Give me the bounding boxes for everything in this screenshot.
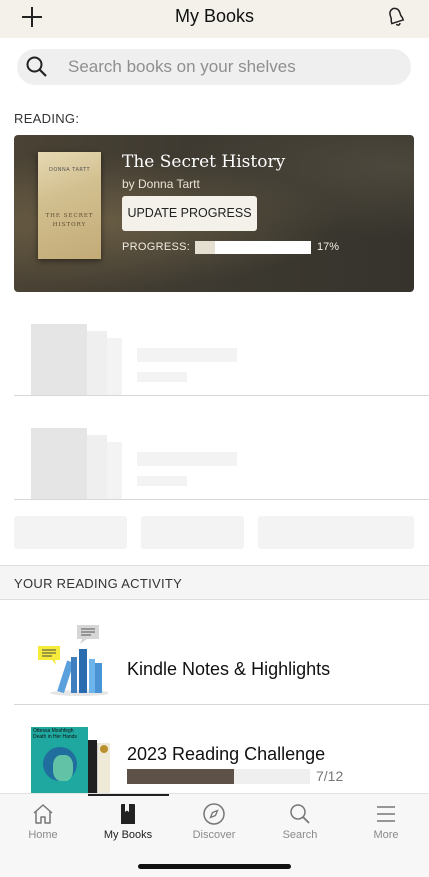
placeholder-button	[258, 516, 414, 549]
challenge-cover-text: Ottessa Moshfegh Death in Her Hands	[33, 728, 77, 740]
update-progress-button[interactable]: UPDATE PROGRESS	[122, 196, 257, 231]
reading-activity-label: YOUR READING ACTIVITY	[14, 576, 183, 591]
placeholder-line	[137, 476, 187, 486]
tab-label: My Books	[103, 829, 153, 841]
placeholder-book	[31, 428, 87, 499]
my-books-icon	[121, 804, 135, 824]
search-icon	[290, 804, 310, 824]
cover-art	[53, 755, 73, 781]
progress-bar-fill	[195, 241, 215, 254]
challenge-book-cover: Ottessa Moshfegh Death in Her Hands	[31, 727, 88, 793]
placeholder-line	[137, 372, 187, 382]
placeholder-button	[14, 516, 127, 549]
tab-label: Discover	[192, 829, 236, 841]
challenge-progress-bar	[127, 769, 310, 784]
challenge-book-spine	[97, 743, 110, 793]
kindle-notes-row[interactable]: Kindle Notes & Highlights	[0, 600, 429, 704]
tab-my-books[interactable]: My Books	[85, 794, 171, 854]
home-icon	[33, 804, 53, 824]
placeholder-line	[137, 452, 237, 466]
progress-percent: 17%	[317, 241, 340, 253]
active-tab-indicator	[88, 794, 169, 796]
notes-illustration-icon	[38, 625, 108, 696]
search-input[interactable]: Search books on your shelves	[17, 49, 411, 85]
tab-search[interactable]: Search	[257, 794, 343, 854]
divider	[14, 499, 429, 500]
book-title[interactable]: The Secret History	[122, 152, 285, 172]
bell-icon[interactable]	[385, 5, 407, 29]
challenge-book-spine	[88, 740, 97, 793]
progress-label: PROGRESS:	[122, 241, 191, 253]
divider	[14, 395, 429, 396]
challenge-progress-fill	[127, 769, 234, 784]
reading-activity-header: YOUR READING ACTIVITY	[0, 565, 429, 600]
book-cover[interactable]: DONNA TARTT THE SECRET HISTORY	[38, 152, 101, 259]
spine-emblem	[100, 745, 108, 753]
cover-author: DONNA TARTT	[49, 167, 90, 173]
tab-label: Home	[28, 829, 58, 841]
search-icon	[26, 56, 47, 77]
search-placeholder: Search books on your shelves	[68, 57, 296, 76]
compass-icon	[203, 803, 225, 825]
tab-home[interactable]: Home	[0, 794, 86, 854]
challenge-count: 7/12	[316, 768, 344, 784]
kindle-notes-title: Kindle Notes & Highlights	[127, 659, 331, 679]
placeholder-book	[31, 324, 87, 395]
progress-bar	[195, 241, 311, 254]
tab-discover[interactable]: Discover	[171, 794, 257, 854]
tab-label: More	[373, 829, 399, 841]
top-bar: My Books	[0, 0, 429, 38]
placeholder-line	[137, 348, 237, 362]
cover-title: THE SECRET HISTORY	[45, 213, 94, 228]
tab-more[interactable]: More	[343, 794, 429, 854]
home-indicator	[138, 864, 291, 869]
reading-section-label: READING:	[14, 111, 80, 126]
page-title: My Books	[174, 6, 255, 26]
tab-label: Search	[282, 829, 318, 841]
book-author: by Donna Tartt	[122, 177, 200, 191]
reading-challenge-title: 2023 Reading Challenge	[127, 744, 326, 764]
placeholder-button	[141, 516, 244, 549]
menu-icon	[377, 806, 395, 822]
currently-reading-card[interactable]: DONNA TARTT THE SECRET HISTORY The Secre…	[14, 135, 414, 292]
